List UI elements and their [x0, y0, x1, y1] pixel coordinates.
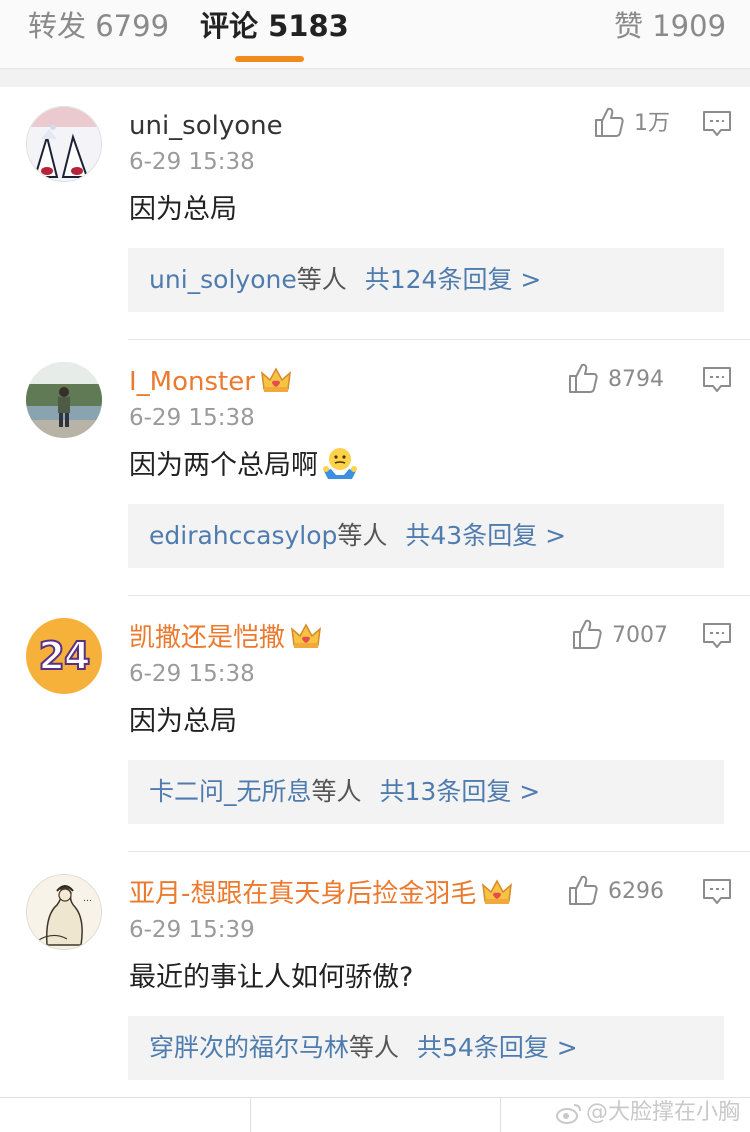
reply-count-link[interactable]: 共124条回复 > [365, 265, 542, 294]
reply-preview[interactable]: uni_solyone等人 共124条回复 > [128, 248, 724, 312]
avatar[interactable] [26, 362, 102, 438]
comment-username[interactable]: I_Monster [129, 366, 291, 398]
username-text: 凯撒还是恺撒 [129, 623, 286, 653]
vip-crown-icon [260, 366, 291, 392]
tab-likes-count: 1909 [652, 9, 727, 43]
tab-reposts-label: 转发 [28, 9, 87, 43]
comment-item: uni_solyone 6-29 15:38 因为总局 1万 uni_solyo… [0, 84, 750, 340]
thumbs-up-icon [569, 363, 598, 393]
vip-crown-icon [482, 878, 513, 904]
like-count: 6296 [608, 879, 664, 904]
like-count: 8794 [608, 367, 664, 392]
comment-text: 因为总局 [129, 194, 237, 225]
bottom-bar-separator [500, 1098, 501, 1132]
username-text: I_Monster [129, 367, 255, 397]
thumbs-up-icon [573, 619, 602, 649]
comment-username[interactable]: 亚月-想跟在真天身后捡金羽毛 [129, 878, 513, 910]
comment-item: … 亚月-想跟在真天身后捡金羽毛 6-29 15:39 最近的事让人如何骄傲? … [0, 852, 750, 1108]
reply-comment-icon[interactable] [703, 366, 731, 394]
comment-timestamp: 6-29 15:38 [129, 405, 255, 431]
comment-text: 因为总局 [129, 706, 237, 737]
svg-text:…: … [83, 894, 92, 904]
tab-likes-label: 赞 [614, 9, 644, 43]
watermark-text: @大脸撑在小胸 [585, 1100, 740, 1125]
reply-users[interactable]: edirahccasylop [149, 521, 337, 550]
comment-item: 24 凯撒还是恺撒 6-29 15:38 因为总局 7007 卡二问_无所息等人… [0, 596, 750, 852]
avatar[interactable]: 24 [26, 618, 102, 694]
reply-count-link[interactable]: 共13条回复 > [380, 777, 541, 806]
avatar[interactable] [26, 106, 102, 182]
comment-text: 最近的事让人如何骄傲? [129, 962, 414, 993]
comment-timestamp: 6-29 15:39 [129, 917, 255, 943]
comment-timestamp: 6-29 15:38 [129, 149, 255, 175]
bottom-bar-separator [250, 1098, 251, 1132]
tab-comments[interactable]: 评论 5183 [200, 8, 349, 44]
reply-preview[interactable]: edirahccasylop等人 共43条回复 > [128, 504, 724, 568]
weibo-watermark: @大脸撑在小胸 [555, 1100, 740, 1126]
reply-suffix: 等人 [311, 777, 362, 806]
reply-suffix: 等人 [349, 1033, 400, 1062]
comment-text: 因为两个总局啊 [129, 447, 358, 484]
reply-comment-icon[interactable] [703, 110, 731, 138]
reply-suffix: 等人 [296, 265, 347, 294]
reply-preview[interactable]: 卡二问_无所息等人 共13条回复 > [128, 760, 724, 824]
vip-crown-icon [291, 622, 322, 648]
comment-tabs: 转发 6799 评论 5183 赞 1909 [0, 0, 750, 69]
reply-count-link[interactable]: 共43条回复 > [405, 521, 566, 550]
avatar-jersey-number: 24 [38, 633, 92, 679]
comment-text-content: 因为两个总局啊 [129, 450, 318, 481]
reply-suffix: 等人 [337, 521, 388, 550]
thumbs-up-icon [595, 107, 624, 137]
like-count: 7007 [612, 623, 668, 648]
comment-item: I_Monster 6-29 15:38 因为两个总局啊 8794 edirah… [0, 340, 750, 596]
reply-count-link[interactable]: 共54条回复 > [417, 1033, 578, 1062]
comment-timestamp: 6-29 15:38 [129, 661, 255, 687]
like-count: 1万 [634, 111, 670, 136]
tab-reposts[interactable]: 转发 6799 [28, 8, 169, 44]
shrug-emoji-icon [323, 447, 357, 479]
avatar[interactable]: … [26, 874, 102, 950]
comment-username[interactable]: 凯撒还是恺撒 [129, 622, 322, 654]
tab-reposts-count: 6799 [95, 9, 170, 43]
active-tab-indicator [235, 56, 304, 62]
reply-users[interactable]: 卡二问_无所息 [149, 777, 312, 806]
thumbs-up-icon [569, 875, 598, 905]
tab-comments-label: 评论 [200, 9, 259, 43]
reply-preview[interactable]: 穿胖次的福尔马林等人 共54条回复 > [128, 1016, 724, 1080]
comment-username[interactable]: uni_solyone [129, 110, 283, 142]
reply-comment-icon[interactable] [703, 622, 731, 650]
username-text: 亚月-想跟在真天身后捡金羽毛 [129, 879, 477, 909]
tab-likes[interactable]: 赞 1909 [614, 8, 726, 44]
reply-users[interactable]: uni_solyone [149, 265, 297, 294]
reply-comment-icon[interactable] [703, 878, 731, 906]
reply-users[interactable]: 穿胖次的福尔马林 [149, 1033, 349, 1062]
weibo-logo-icon [555, 1104, 581, 1124]
tab-comments-count: 5183 [268, 9, 349, 43]
